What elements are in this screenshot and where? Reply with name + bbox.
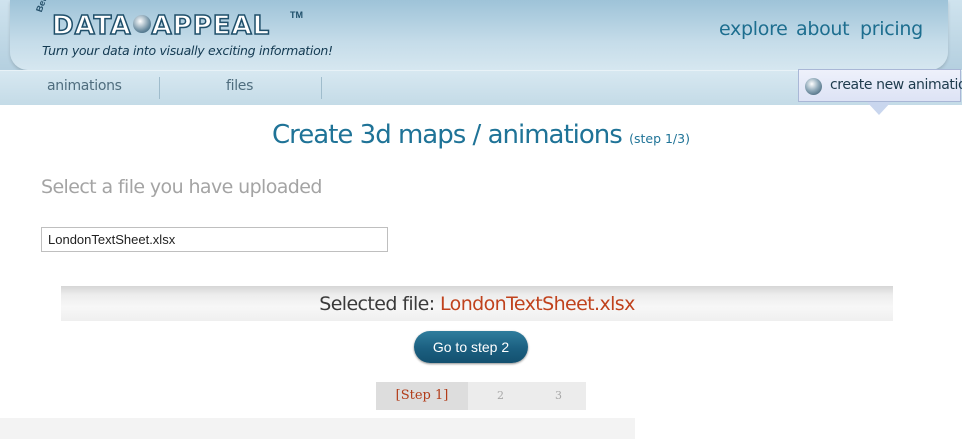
logo-text: DATA APPEAL: [51, 10, 271, 42]
trademark: TM: [290, 10, 303, 20]
create-new-animation-label: create new animation: [830, 77, 962, 93]
page-title: Create 3d maps / animations (step 1/3): [272, 120, 690, 150]
selected-file-bar: Selected file: LondonTextSheet.xlsx: [61, 286, 893, 321]
step-2: 2: [497, 389, 504, 402]
logo-globe-icon: [132, 15, 151, 33]
tagline: Turn your data into visually exciting in…: [42, 43, 333, 58]
globe-icon: [805, 78, 822, 95]
select-file-label: Select a file you have uploaded: [41, 176, 322, 198]
file-select-input[interactable]: [41, 227, 388, 252]
step-progress: [Step 1] 2 3: [376, 382, 586, 410]
nav-explore[interactable]: explore: [719, 18, 788, 40]
nav-pricing[interactable]: pricing: [860, 18, 923, 40]
tab-divider: [159, 77, 160, 99]
beta-tag: Beta: [34, 0, 51, 14]
footer-strip: [0, 418, 635, 439]
active-pointer: [867, 102, 891, 115]
header-panel: Beta DATA APPEAL TM Turn your data into v…: [10, 0, 948, 70]
selected-file-name: LondonTextSheet.xlsx: [440, 293, 635, 315]
selected-file-prefix: Selected file:: [319, 293, 435, 315]
tab-divider: [321, 77, 322, 99]
step-1-current: [Step 1]: [376, 382, 468, 410]
go-to-step-2-button[interactable]: Go to step 2: [414, 331, 528, 363]
site-header: Beta DATA APPEAL TM Turn your data into v…: [0, 0, 962, 105]
step-indicator: (step 1/3): [629, 131, 690, 146]
create-new-animation-button[interactable]: create new animation: [798, 69, 962, 102]
nav-about[interactable]: about: [796, 18, 850, 40]
tab-files[interactable]: files: [226, 78, 253, 94]
tab-animations[interactable]: animations: [47, 78, 122, 94]
step-3: 3: [555, 389, 562, 402]
